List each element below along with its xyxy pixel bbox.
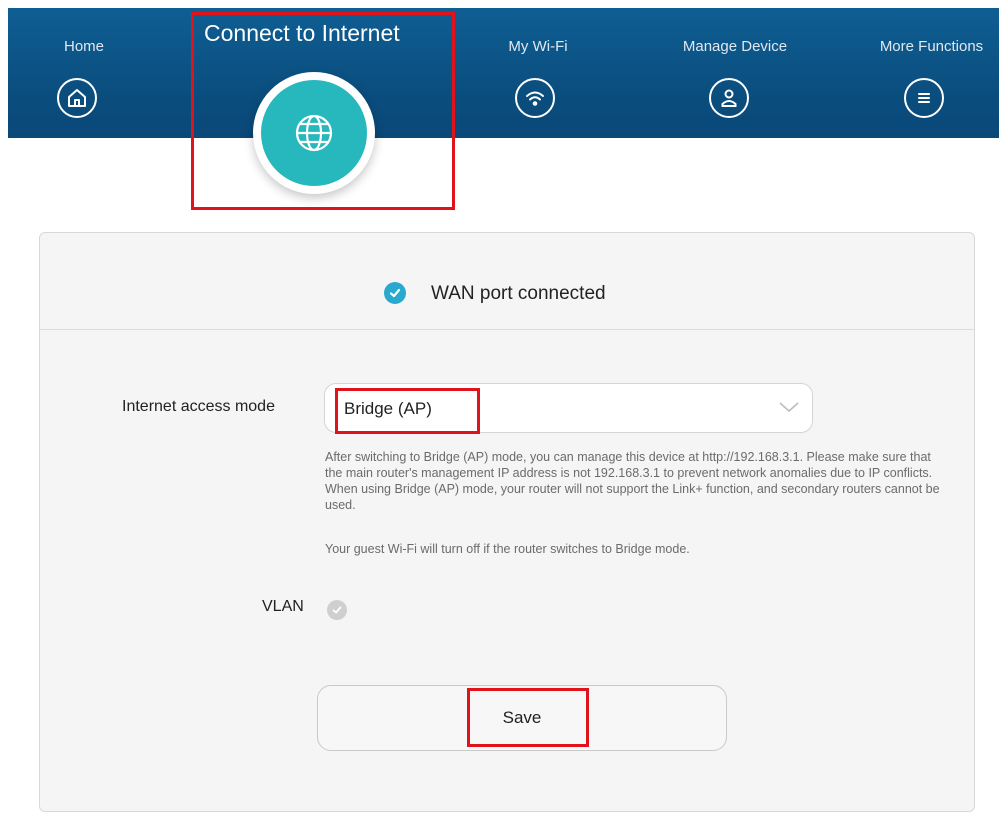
settings-card: WAN port connected Internet access mode … xyxy=(39,232,975,812)
nav-wifi-label: My Wi-Fi xyxy=(508,38,568,55)
nav-home-label: Home xyxy=(63,38,104,55)
nav-wifi[interactable]: My Wi-Fi xyxy=(498,38,578,55)
check-circle-icon xyxy=(384,282,406,304)
nav-home[interactable]: Home xyxy=(54,38,114,55)
nav-manage-device[interactable]: Manage Device xyxy=(670,38,800,55)
status-row: WAN port connected xyxy=(40,233,974,330)
user-icon[interactable] xyxy=(709,78,749,118)
vlan-checkbox[interactable] xyxy=(327,600,347,620)
wan-status-text: WAN port connected xyxy=(431,283,606,304)
nav-more-functions[interactable]: More Functions xyxy=(864,38,999,55)
home-icon[interactable] xyxy=(57,78,97,118)
bridge-mode-help-text: After switching to Bridge (AP) mode, you… xyxy=(325,450,940,512)
chevron-down-icon xyxy=(779,402,799,413)
wifi-icon[interactable] xyxy=(515,78,555,118)
nav-manage-device-label: Manage Device xyxy=(682,38,788,55)
nav-connect-button[interactable] xyxy=(253,72,375,194)
top-nav-bar: Home My Wi-Fi Manage Device More Functio… xyxy=(8,8,999,138)
guest-wifi-note: Your guest Wi-Fi will turn off if the ro… xyxy=(325,542,690,556)
nav-connect-label[interactable]: Connect to Internet xyxy=(204,20,400,47)
menu-icon[interactable] xyxy=(904,78,944,118)
nav-more-functions-label: More Functions xyxy=(879,38,984,55)
vlan-label: VLAN xyxy=(262,598,304,615)
access-mode-value: Bridge (AP) xyxy=(344,399,432,418)
access-mode-select[interactable]: Bridge (AP) xyxy=(324,383,813,433)
globe-icon xyxy=(261,80,367,186)
access-mode-label: Internet access mode xyxy=(122,398,275,415)
save-button[interactable]: Save xyxy=(317,685,727,751)
